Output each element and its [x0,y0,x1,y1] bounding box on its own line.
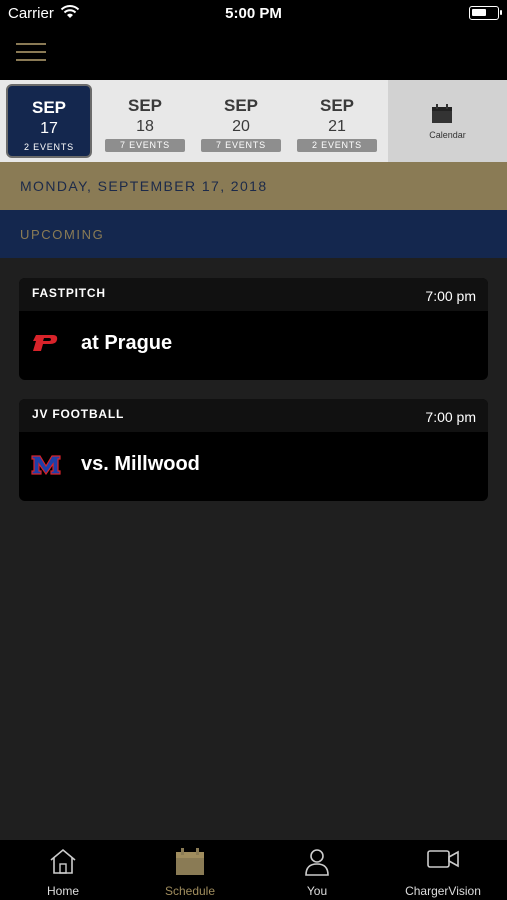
menu-icon[interactable] [16,43,46,63]
event-card[interactable]: JV FOOTBALL 7:00 pm vs. Millwood [19,399,488,501]
date-tile-sep-21[interactable]: SEP 21 2 EVENTS [294,84,380,158]
date-tile-sep-20[interactable]: SEP 20 7 EVENTS [198,84,284,158]
date-tile-sep-17[interactable]: SEP 17 2 EVENTS [6,84,92,158]
calendar-icon [176,848,204,875]
status-bar: Carrier 5:00 PM [0,0,507,28]
event-opponent: vs. Millwood [81,453,200,475]
tab-label: Schedule [164,884,216,898]
nav-bar [0,28,507,80]
tab-label: Home [46,884,79,898]
event-count-badge: 2 EVENTS [24,142,74,152]
event-sport: JV FOOTBALL [32,407,125,421]
upcoming-label: UPCOMING [20,227,105,242]
tab-label: ChargerVision [405,884,481,898]
date-month: SEP [31,98,67,117]
tab-home[interactable]: Home [0,840,126,900]
event-card-header: FASTPITCH 7:00 pm [19,278,488,311]
event-count-badge: 7 EVENTS [201,139,281,152]
event-time: 7:00 pm [425,409,476,425]
event-card-header: JV FOOTBALL 7:00 pm [19,399,488,432]
date-day: 17 [40,120,58,137]
event-opponent: at Prague [81,332,173,354]
home-icon [50,848,76,874]
event-count-badge: 7 EVENTS [105,139,185,152]
date-day: 21 [328,118,346,135]
date-strip: SEP 17 2 EVENTS SEP 18 7 EVENTS SEP 20 7… [0,80,507,162]
calendar-icon [432,104,452,123]
date-month: SEP [127,96,163,115]
date-tile-sep-18[interactable]: SEP 18 7 EVENTS [102,84,188,158]
prague-p-logo [33,335,58,351]
event-card[interactable]: FASTPITCH 7:00 pm at Prague [19,278,488,380]
upcoming-section-header: UPCOMING [0,210,507,258]
battery-icon [469,6,502,20]
date-day: 20 [232,118,250,135]
video-camera-icon [427,850,459,868]
date-month: SEP [319,96,355,115]
tab-chargervision[interactable]: ChargerVision [380,840,506,900]
tab-bar: Home Schedule You ChargerVision [0,840,507,900]
tab-schedule[interactable]: Schedule [127,840,253,900]
event-sport: FASTPITCH [32,286,106,300]
date-month: SEP [223,96,259,115]
event-time: 7:00 pm [425,288,476,304]
status-time: 5:00 PM [225,5,282,22]
selected-date-text: MONDAY, SEPTEMBER 17, 2018 [20,178,268,194]
millwood-m-logo [31,455,61,475]
selected-date-header: MONDAY, SEPTEMBER 17, 2018 [0,162,507,210]
person-icon [305,849,329,876]
calendar-label: Calendar [429,130,466,140]
tab-you[interactable]: You [254,840,380,900]
tab-label: You [306,884,328,898]
event-count-badge: 2 EVENTS [297,139,377,152]
date-day: 18 [136,118,154,135]
calendar-button[interactable]: Calendar [388,80,507,162]
